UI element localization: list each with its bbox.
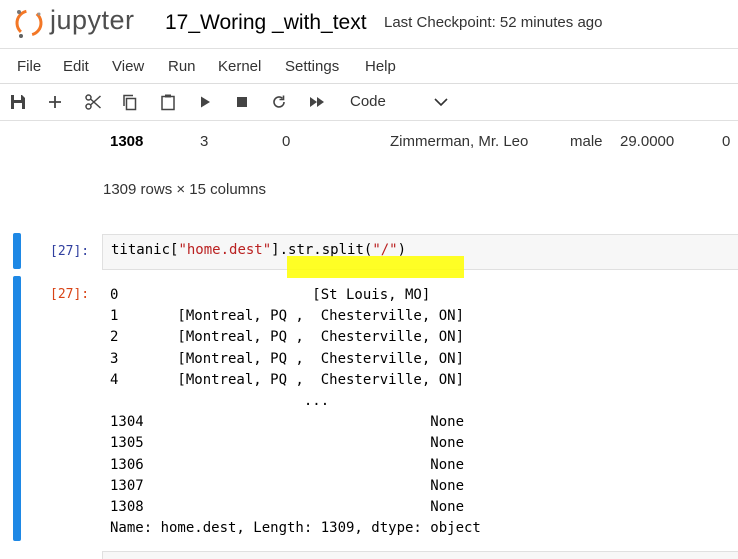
table-cell: 0 <box>282 133 291 150</box>
menu-view[interactable]: View <box>112 58 144 75</box>
app-header: jupyter 17_Woring _with_text Last Checkp… <box>0 0 738 49</box>
save-icon[interactable] <box>7 91 29 113</box>
table-cell: 3 <box>200 133 209 150</box>
restart-icon[interactable] <box>268 91 290 113</box>
menu-kernel[interactable]: Kernel <box>218 58 261 75</box>
menu-run[interactable]: Run <box>168 58 196 75</box>
chevron-down-icon[interactable] <box>432 93 450 111</box>
output-line: 4 [Montreal, PQ , Chesterville, ON] <box>110 371 465 388</box>
output-collapser[interactable] <box>13 276 21 541</box>
toolbar: Code <box>0 84 738 121</box>
table-row-index: 1308 <box>110 133 144 150</box>
output-line: 2 [Montreal, PQ , Chesterville, ON] <box>110 329 465 346</box>
output-prompt: [27]: <box>50 287 90 302</box>
output-line: ... <box>110 393 330 410</box>
table-cell: Zimmerman, Mr. Leo <box>390 133 529 150</box>
output-line: 1308 None <box>110 499 465 516</box>
dataframe-shape: 1309 rows × 15 columns <box>103 181 267 198</box>
notebook-area: 1308 3 0 Zimmerman, Mr. Leo male 29.0000… <box>0 121 738 559</box>
output-line: 3 [Montreal, PQ , Chesterville, ON] <box>110 350 465 367</box>
logo-text: jupyter <box>50 5 135 35</box>
highlight-mark <box>287 256 464 278</box>
notebook-title[interactable]: 17_Woring _with_text <box>165 11 367 35</box>
table-cell: 0 <box>722 133 731 150</box>
table-cell: 29.0000 <box>620 133 675 150</box>
table-cell: male <box>570 133 603 150</box>
menu-file[interactable]: File <box>17 58 41 75</box>
input-prompt: [27]: <box>50 244 90 259</box>
paste-icon[interactable] <box>157 91 179 113</box>
menu-help[interactable]: Help <box>365 58 396 75</box>
output-line: 1 [Montreal, PQ , Chesterville, ON] <box>110 308 465 325</box>
run-icon[interactable] <box>194 91 216 113</box>
output-line: 0 [St Louis, MO] <box>110 287 431 303</box>
stop-icon[interactable] <box>231 91 253 113</box>
fast-forward-icon[interactable] <box>306 91 328 113</box>
output-line: 1304 None <box>110 414 465 431</box>
output-line: 1307 None <box>110 477 465 494</box>
next-code-input[interactable] <box>102 551 738 559</box>
checkpoint-status: Last Checkpoint: 52 minutes ago <box>384 14 603 31</box>
jupyter-logo-icon[interactable] <box>12 6 46 40</box>
output-line: Name: home.dest, Length: 1309, dtype: ob… <box>110 520 481 537</box>
cut-icon[interactable] <box>82 91 104 113</box>
menu-settings[interactable]: Settings <box>285 58 339 75</box>
cell-collapser[interactable] <box>13 233 21 269</box>
add-icon[interactable] <box>44 91 66 113</box>
copy-icon[interactable] <box>119 91 141 113</box>
cell-output: 0 [St Louis, MO] 1 [Montreal, PQ , Cheste… <box>110 285 481 539</box>
output-line: 1306 None <box>110 456 465 473</box>
output-line: 1305 None <box>110 435 465 452</box>
menu-bar: File Edit View Run Kernel Settings Help <box>0 49 738 84</box>
menu-edit[interactable]: Edit <box>63 58 89 75</box>
cell-type-select[interactable]: Code <box>350 93 386 110</box>
